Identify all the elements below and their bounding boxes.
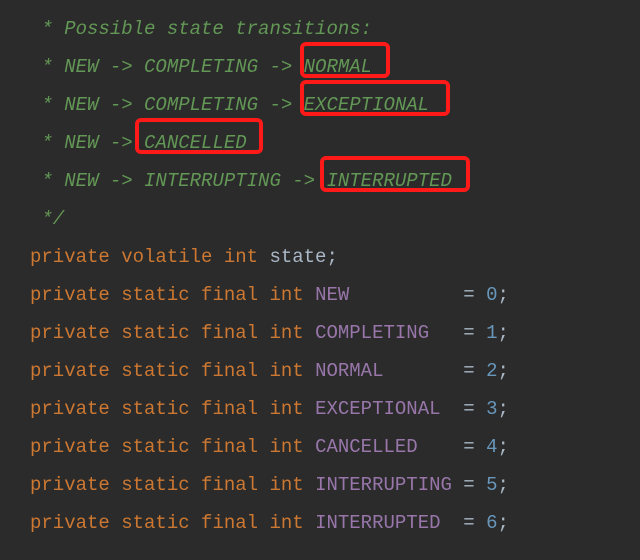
declaration-const: private static final int INTERRUPTED = 6… (30, 504, 509, 542)
const-name: NORMAL (315, 360, 452, 382)
const-value: 2 (486, 360, 497, 382)
const-name: INTERRUPTING (315, 474, 452, 496)
const-value: 5 (486, 474, 497, 496)
comment-transition-3: * NEW -> CANCELLED (30, 124, 640, 162)
declaration-const: private static final int NEW = 0; (30, 276, 509, 314)
declaration-const: private static final int EXCEPTIONAL = 3… (30, 390, 509, 428)
comment-transition-4: * NEW -> INTERRUPTING -> INTERRUPTED (30, 162, 640, 200)
declaration-state: private volatile int state; (30, 238, 338, 276)
const-name: COMPLETING (315, 322, 452, 344)
const-value: 0 (486, 284, 497, 306)
comment-title: * Possible state transitions: (30, 10, 640, 48)
const-value: 1 (486, 322, 497, 344)
const-value: 6 (486, 512, 497, 534)
comment-transition-1: * NEW -> COMPLETING -> NORMAL (30, 48, 640, 86)
const-name: INTERRUPTED (315, 512, 452, 534)
const-value: 4 (486, 436, 497, 458)
const-name: CANCELLED (315, 436, 452, 458)
const-name: NEW (315, 284, 452, 306)
comment-transition-2: * NEW -> COMPLETING -> EXCEPTIONAL (30, 86, 640, 124)
declaration-const: private static final int CANCELLED = 4; (30, 428, 509, 466)
const-value: 3 (486, 398, 497, 420)
declaration-const: private static final int NORMAL = 2; (30, 352, 509, 390)
comment-close: */ (30, 200, 640, 238)
comment-text: * Possible state transitions: (30, 18, 372, 40)
declaration-const: private static final int INTERRUPTING = … (30, 466, 509, 504)
declaration-const: private static final int COMPLETING = 1; (30, 314, 509, 352)
const-name: EXCEPTIONAL (315, 398, 452, 420)
